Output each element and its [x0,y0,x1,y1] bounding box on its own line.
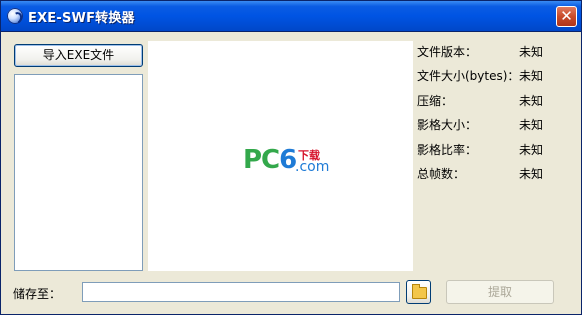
info-value-frame-size: 未知 [519,118,544,132]
file-list[interactable] [14,74,143,271]
close-button[interactable]: ✕ [556,6,577,27]
info-value-frame-rate: 未知 [519,143,544,157]
title-bar[interactable]: EXE-SWF转换器 ✕ [1,1,581,32]
info-value-frame-count: 未知 [519,167,544,181]
logo-pc: PC6 [243,145,297,175]
main-window: EXE-SWF转换器 ✕ 导入EXE文件 PC6 下载 .com 文件版本： 未… [0,0,582,315]
info-label-version: 文件版本： [417,45,478,59]
window-title: EXE-SWF转换器 [28,11,135,26]
info-label-compression: 压缩： [417,94,454,108]
save-to-label: 储存至： [13,287,62,301]
preview-area: PC6 下载 .com [148,41,413,271]
logo-six-text: 6 [279,145,297,175]
logo-pc-text: PC [243,145,280,175]
browse-folder-button[interactable] [406,280,431,304]
folder-icon [412,284,427,299]
info-label-frame-rate: 影格比率： [417,143,478,157]
info-label-frame-size: 影格大小： [417,118,478,132]
info-label-size: 文件大小(bytes)： [417,69,520,83]
app-icon [7,8,23,24]
logo-com-text: .com [295,159,330,175]
extract-button[interactable]: 提取 [446,280,554,304]
info-value-size: 未知 [519,69,544,83]
info-value-version: 未知 [519,45,544,59]
info-value-compression: 未知 [519,94,544,108]
info-label-frame-count: 总帧数： [417,167,466,181]
save-path-input[interactable] [82,282,400,302]
import-exe-button[interactable]: 导入EXE文件 [14,44,143,67]
